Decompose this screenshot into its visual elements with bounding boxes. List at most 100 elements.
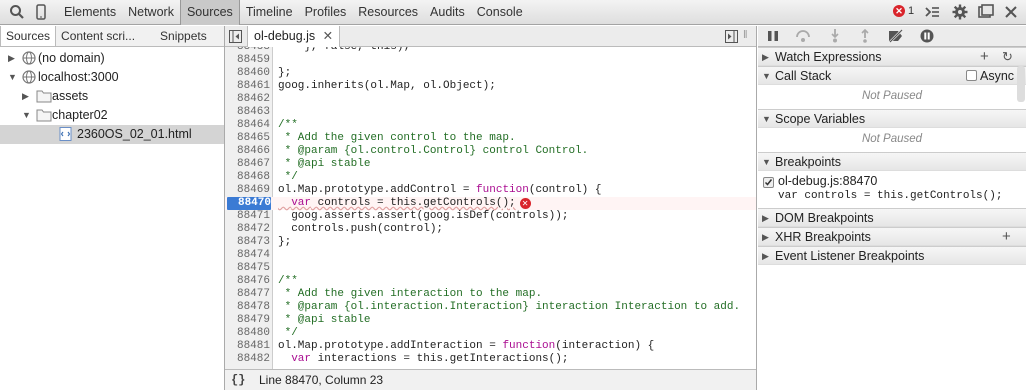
line-number[interactable]: 88477: [225, 288, 270, 301]
code-line[interactable]: 88476 /**: [225, 275, 756, 288]
watch-expressions-header[interactable]: ▶ Watch Expressions + ↻: [758, 47, 1026, 66]
line-number[interactable]: 88467: [225, 158, 270, 171]
tab-resources[interactable]: Resources: [352, 0, 424, 25]
line-number[interactable]: 88481: [225, 340, 270, 353]
error-marker-icon[interactable]: ✕: [519, 198, 531, 209]
line-number[interactable]: 88473: [225, 236, 270, 249]
line-number[interactable]: 88482: [225, 353, 270, 366]
xhr-breakpoints-header[interactable]: ▶ XHR Breakpoints +: [758, 227, 1026, 246]
collapsed-triangle-icon[interactable]: ▶: [8, 49, 15, 68]
code-view[interactable]: 88458 }, false, this); 88459 88460}; 88461 g…: [225, 47, 756, 369]
line-number[interactable]: 88472: [225, 223, 270, 236]
breakpoint-item[interactable]: ol-debug.js:88470 var controls = this.ge…: [758, 173, 1026, 207]
event-listener-breakpoints-header[interactable]: ▶ Event Listener Breakpoints: [758, 246, 1026, 265]
dock-side-icon[interactable]: [978, 4, 994, 20]
error-counter[interactable]: ✕ 1: [893, 5, 914, 17]
line-number[interactable]: 88462: [225, 93, 270, 106]
pause-on-exceptions-icon[interactable]: [920, 29, 934, 43]
step-out-icon[interactable]: [858, 29, 872, 43]
line-number[interactable]: 88460: [225, 67, 270, 80]
device-mode-icon[interactable]: [33, 4, 49, 20]
code-line[interactable]: 88471 goog.asserts.assert(goog.isDef(con…: [225, 210, 756, 223]
line-number[interactable]: 88465: [225, 132, 270, 145]
line-number[interactable]: 88468: [225, 171, 270, 184]
tab-audits[interactable]: Audits: [424, 0, 471, 25]
close-tab-icon[interactable]: ✕: [323, 29, 333, 43]
line-number[interactable]: 88471: [225, 210, 270, 223]
code-line-breakpoint[interactable]: 88470 var controls = this.getControls();…: [225, 197, 756, 210]
line-number[interactable]: 88461: [225, 80, 270, 93]
toggle-navigator-icon[interactable]: [229, 30, 242, 43]
code-line[interactable]: 88466 * @param {ol.control.Control} cont…: [225, 145, 756, 158]
line-number[interactable]: 88466: [225, 145, 270, 158]
code-line[interactable]: 88463: [225, 106, 756, 119]
line-number[interactable]: 88479: [225, 314, 270, 327]
tab-sources[interactable]: Sources: [179, 0, 240, 25]
line-number[interactable]: 88478: [225, 301, 270, 314]
line-number[interactable]: 88458: [225, 47, 270, 54]
code-line[interactable]: 88474: [225, 249, 756, 262]
navigator-tab-1[interactable]: Content scri...: [56, 26, 148, 46]
add-icon[interactable]: +: [1002, 228, 1011, 246]
code-line[interactable]: 88473};: [225, 236, 756, 249]
line-number[interactable]: 88464: [225, 119, 270, 132]
grip-icon[interactable]: ‖: [743, 29, 748, 41]
tree-item-file[interactable]: 2360OS_02_01.html: [0, 125, 224, 144]
deactivate-breakpoints-icon[interactable]: [888, 29, 904, 43]
tree-item-domain[interactable]: ▼ localhost:3000: [0, 68, 224, 87]
close-icon[interactable]: [1003, 4, 1019, 20]
pause-icon[interactable]: [766, 29, 780, 43]
expanded-triangle-icon[interactable]: ▼: [8, 68, 17, 87]
tab-console[interactable]: Console: [471, 0, 529, 25]
tab-elements[interactable]: Elements: [58, 0, 122, 25]
collapsed-triangle-icon[interactable]: ▶: [22, 87, 29, 106]
toggle-debugger-icon[interactable]: [725, 30, 738, 43]
line-number[interactable]: 88469: [225, 184, 270, 197]
code-line[interactable]: 88475: [225, 262, 756, 275]
code-line[interactable]: 88464 /**: [225, 119, 756, 132]
code-line[interactable]: 88458 }, false, this);: [225, 47, 756, 54]
expanded-triangle-icon[interactable]: ▼: [22, 106, 31, 125]
refresh-icon[interactable]: ↻: [1002, 48, 1013, 66]
line-number[interactable]: 88476: [225, 275, 270, 288]
code-line[interactable]: 88482 var interactions = this.getInterac…: [225, 353, 756, 366]
breakpoint-checkbox[interactable]: [763, 177, 774, 188]
tab-network[interactable]: Network: [122, 0, 180, 25]
scope-variables-header[interactable]: ▼ Scope Variables: [758, 109, 1026, 128]
code-line[interactable]: 88462: [225, 93, 756, 106]
tree-item-domain[interactable]: ▶ (no domain): [0, 49, 224, 68]
line-number[interactable]: 88463: [225, 106, 270, 119]
code-line[interactable]: 88459: [225, 54, 756, 67]
line-number[interactable]: 88480: [225, 327, 270, 340]
line-number[interactable]: 88459: [225, 54, 270, 67]
gear-icon[interactable]: [952, 4, 968, 20]
file-tab[interactable]: ol-debug.js ✕: [247, 26, 341, 47]
code-line[interactable]: 88478 * @param {ol.interaction.Interacti…: [225, 301, 756, 314]
tab-timeline[interactable]: Timeline: [240, 0, 299, 25]
code-line[interactable]: 88465 * Add the given control to the map…: [225, 132, 756, 145]
pretty-print-icon[interactable]: {}: [231, 370, 245, 390]
breakpoint-marker[interactable]: 88470: [227, 197, 271, 210]
async-checkbox[interactable]: [966, 70, 977, 81]
navigator-tab-0[interactable]: Sources: [0, 26, 57, 46]
code-line[interactable]: 88479 * @api stable: [225, 314, 756, 327]
sidebar-scrollbar[interactable]: [1017, 66, 1025, 102]
call-stack-header[interactable]: ▼ Call Stack Async: [758, 66, 1026, 85]
navigator-tab-2[interactable]: Snippets: [148, 26, 212, 46]
tree-item-folder[interactable]: ▶ assets: [0, 87, 224, 106]
breakpoints-header[interactable]: ▼ Breakpoints: [758, 152, 1026, 171]
code-line[interactable]: 88480 */: [225, 327, 756, 340]
code-line[interactable]: 88468 */: [225, 171, 756, 184]
code-line[interactable]: 88461 goog.inherits(ol.Map, ol.Object);: [225, 80, 756, 93]
code-line[interactable]: 88477 * Add the given interaction to the…: [225, 288, 756, 301]
tab-profiles[interactable]: Profiles: [299, 0, 353, 25]
code-line[interactable]: 88460};: [225, 67, 756, 80]
line-number[interactable]: 88474: [225, 249, 270, 262]
line-number[interactable]: 88475: [225, 262, 270, 275]
add-icon[interactable]: +: [980, 48, 989, 66]
code-line[interactable]: 88472 controls.push(control);: [225, 223, 756, 236]
search-icon[interactable]: [9, 4, 25, 20]
tree-item-folder[interactable]: ▼ chapter02: [0, 106, 224, 125]
step-over-icon[interactable]: [796, 29, 810, 43]
step-into-icon[interactable]: [828, 29, 842, 43]
